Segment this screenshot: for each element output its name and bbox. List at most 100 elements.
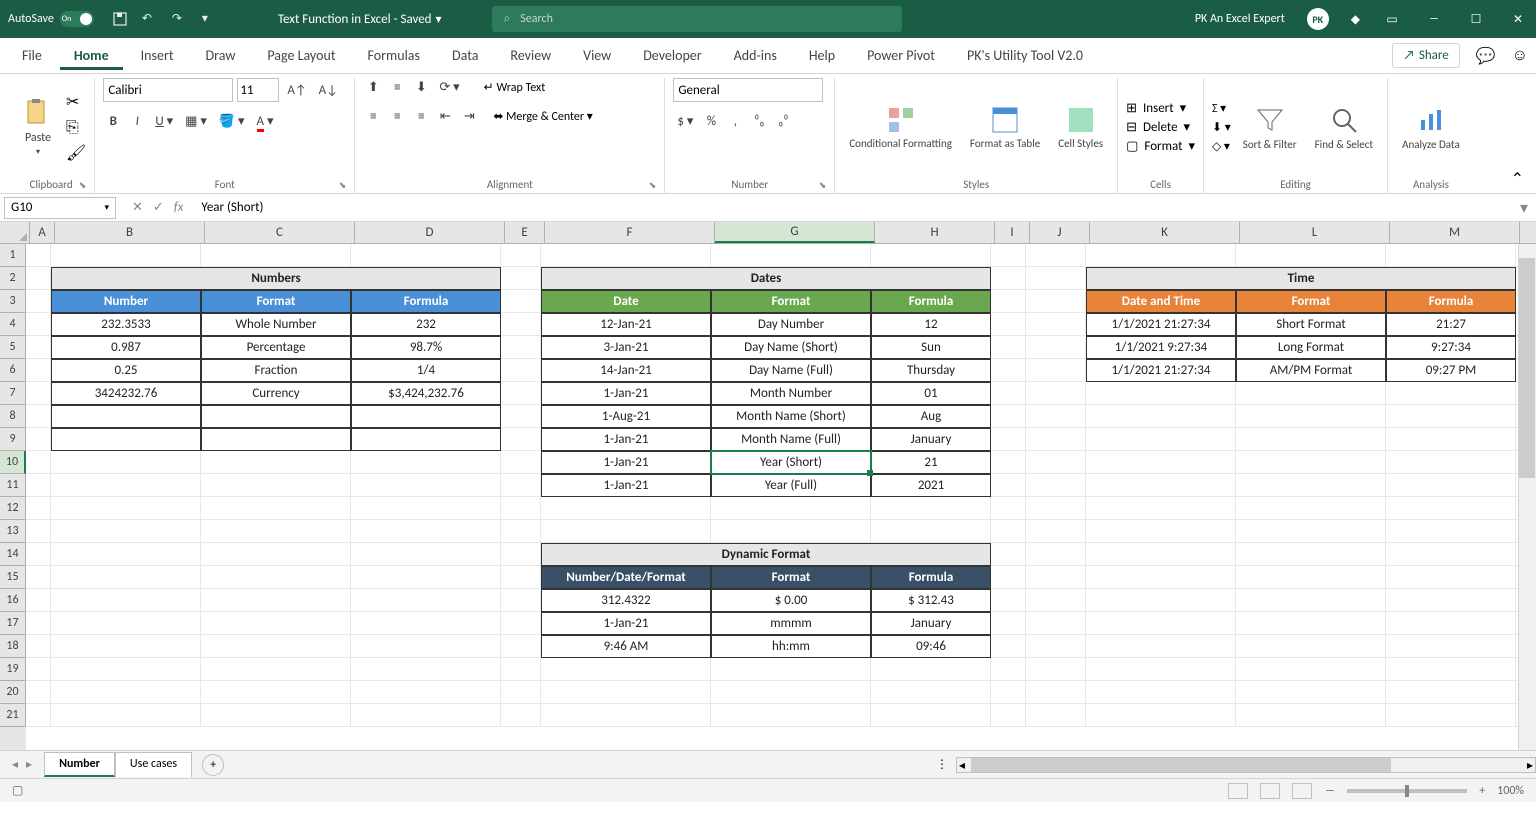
cell[interactable]: 1/1/2021 21:27:34: [1086, 359, 1236, 382]
font-color-button[interactable]: A ▾: [253, 112, 278, 131]
cell[interactable]: $ 312.43: [871, 589, 991, 612]
cell[interactable]: 1-Aug-21: [541, 405, 711, 428]
cell[interactable]: Date: [541, 290, 711, 313]
cell[interactable]: [991, 658, 1026, 681]
cell[interactable]: Sun: [871, 336, 991, 359]
cell[interactable]: 1-Jan-21: [541, 451, 711, 474]
cell[interactable]: [351, 428, 501, 451]
cell[interactable]: 01: [871, 382, 991, 405]
cell[interactable]: [991, 589, 1026, 612]
cell[interactable]: Format: [711, 290, 871, 313]
cell[interactable]: [51, 497, 201, 520]
cell[interactable]: [351, 704, 501, 727]
cell[interactable]: [711, 497, 871, 520]
cell[interactable]: [501, 520, 541, 543]
cell[interactable]: [541, 658, 711, 681]
align-top-icon[interactable]: ⬆: [363, 78, 383, 97]
tab-pk-s-utility-tool-v2-0[interactable]: PK's Utility Tool V2.0: [953, 41, 1097, 70]
cell[interactable]: [871, 681, 991, 704]
maximize-icon[interactable]: ☐: [1466, 9, 1486, 29]
cell[interactable]: [26, 267, 51, 290]
cell[interactable]: [351, 589, 501, 612]
column-header[interactable]: L: [1240, 222, 1390, 243]
enter-formula-icon[interactable]: ✓: [153, 200, 164, 215]
cell[interactable]: [201, 520, 351, 543]
cell[interactable]: [501, 267, 541, 290]
cell[interactable]: [541, 520, 711, 543]
cell[interactable]: [991, 336, 1026, 359]
cell[interactable]: Short Format: [1236, 313, 1386, 336]
cell[interactable]: [501, 704, 541, 727]
cell[interactable]: Whole Number: [201, 313, 351, 336]
cell[interactable]: 3-Jan-21: [541, 336, 711, 359]
cell[interactable]: [51, 612, 201, 635]
cell[interactable]: 232: [351, 313, 501, 336]
launcher-icon[interactable]: ⬊: [339, 180, 347, 191]
cell[interactable]: 0.25: [51, 359, 201, 382]
cell[interactable]: [1236, 244, 1386, 267]
qat-dropdown-icon[interactable]: ▾: [202, 11, 218, 27]
zoom-out-icon[interactable]: ―: [1324, 784, 1335, 798]
cell[interactable]: [871, 658, 991, 681]
cell[interactable]: [1026, 382, 1086, 405]
cell[interactable]: [991, 543, 1026, 566]
column-header[interactable]: M: [1390, 222, 1520, 243]
close-icon[interactable]: ✕: [1508, 9, 1528, 29]
cell[interactable]: [201, 474, 351, 497]
cell[interactable]: [51, 405, 201, 428]
cell[interactable]: [711, 681, 871, 704]
cell[interactable]: 3424232.76: [51, 382, 201, 405]
redo-icon[interactable]: ↷: [172, 11, 188, 27]
cell[interactable]: January: [871, 428, 991, 451]
cell[interactable]: Year (Short): [711, 451, 871, 474]
cell[interactable]: [1086, 244, 1236, 267]
column-header[interactable]: H: [875, 222, 995, 243]
tab-review[interactable]: Review: [496, 41, 565, 70]
cell[interactable]: [541, 681, 711, 704]
cell[interactable]: [26, 313, 51, 336]
row-header[interactable]: 1: [0, 244, 26, 267]
cell[interactable]: [26, 451, 51, 474]
cell[interactable]: [26, 589, 51, 612]
decrease-indent-icon[interactable]: ⇤: [435, 107, 455, 126]
cell[interactable]: Month Number: [711, 382, 871, 405]
cell[interactable]: [711, 520, 871, 543]
cell[interactable]: 0.987: [51, 336, 201, 359]
cell[interactable]: [1026, 336, 1086, 359]
cell[interactable]: [1236, 428, 1386, 451]
tab-add-ins[interactable]: Add-ins: [720, 41, 791, 70]
cell[interactable]: [351, 543, 501, 566]
name-box[interactable]: G10▾: [4, 197, 116, 219]
cell[interactable]: [1026, 428, 1086, 451]
cell[interactable]: [26, 359, 51, 382]
cut-icon[interactable]: ✂: [66, 92, 86, 112]
tab-power-pivot[interactable]: Power Pivot: [853, 41, 949, 70]
cell[interactable]: [871, 520, 991, 543]
cell[interactable]: [541, 244, 711, 267]
cell[interactable]: January: [871, 612, 991, 635]
cell[interactable]: [1236, 474, 1386, 497]
cell[interactable]: [1026, 658, 1086, 681]
cell[interactable]: [1086, 405, 1236, 428]
cell[interactable]: [1386, 244, 1516, 267]
find-select-button[interactable]: Find & Select: [1309, 100, 1379, 155]
cell[interactable]: [1386, 589, 1516, 612]
sheet-tab[interactable]: Number: [44, 752, 115, 777]
cell[interactable]: [1236, 520, 1386, 543]
cell[interactable]: [1236, 704, 1386, 727]
cell[interactable]: [1086, 543, 1236, 566]
normal-view-icon[interactable]: [1228, 783, 1248, 799]
cell[interactable]: [201, 566, 351, 589]
cell[interactable]: [1086, 704, 1236, 727]
cell[interactable]: 1-Jan-21: [541, 612, 711, 635]
cell[interactable]: [501, 681, 541, 704]
paste-button[interactable]: Paste ▾: [16, 93, 60, 161]
cell[interactable]: 232.3533: [51, 313, 201, 336]
cell[interactable]: [1086, 451, 1236, 474]
insert-cells-button[interactable]: ⊞Insert ▾: [1126, 101, 1195, 116]
horizontal-scrollbar[interactable]: ◂ ▸: [956, 757, 1536, 773]
borders-button[interactable]: ▦ ▾: [181, 112, 211, 131]
cell[interactable]: [351, 681, 501, 704]
share-button[interactable]: ↗Share: [1392, 43, 1459, 68]
column-header[interactable]: A: [30, 222, 55, 243]
